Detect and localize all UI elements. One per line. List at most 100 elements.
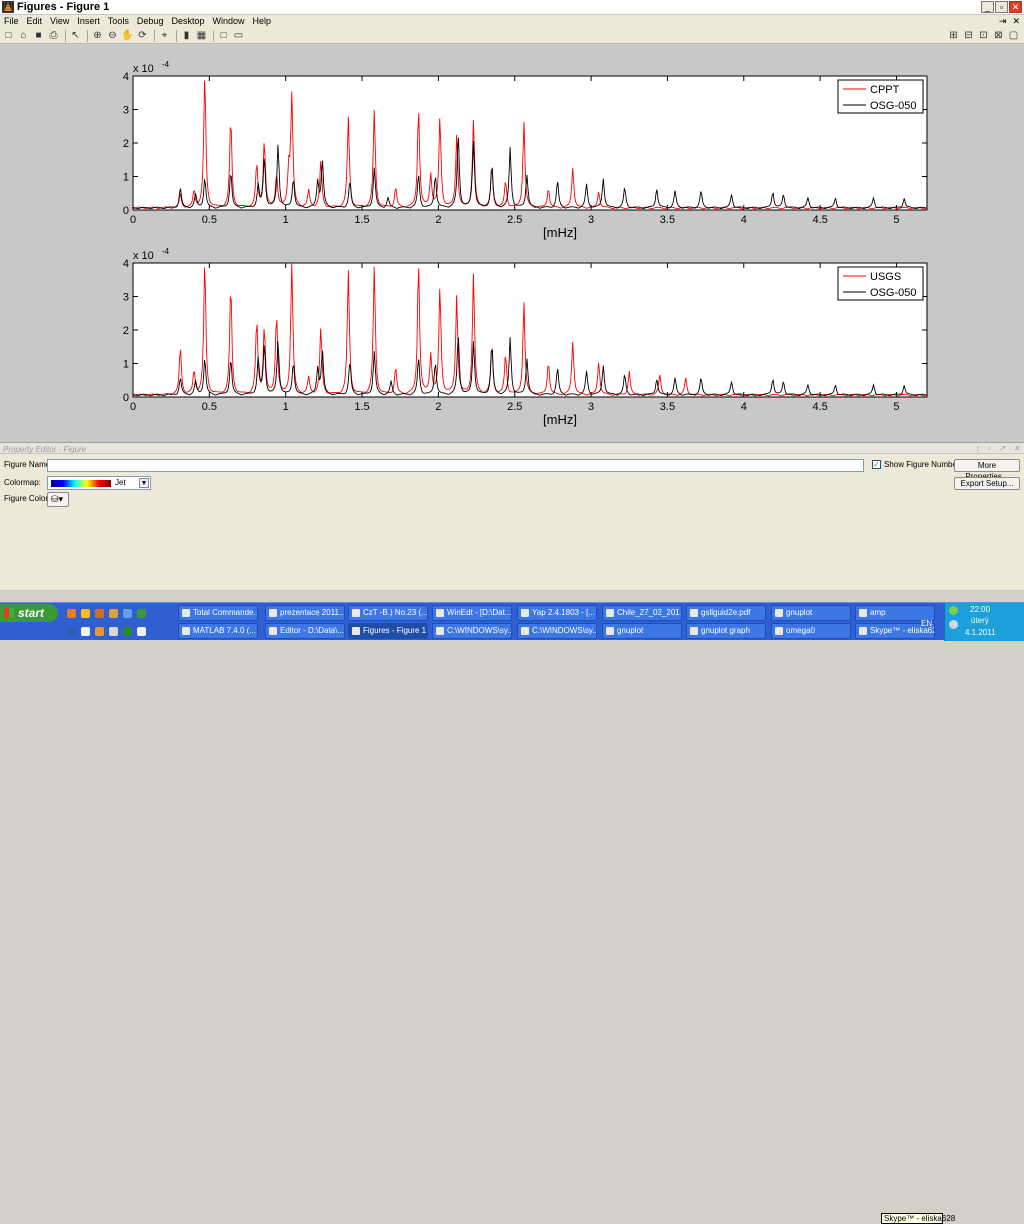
select-arrow-icon[interactable]: ↖ [69,29,82,42]
chart-panel-2: 0 0.5 1 1.5 2 2.5 3 3.5 4 4.5 5 0 1 2 3 4 x 10 -4 [mHz] USG… [123,247,928,427]
quick-launch-icon[interactable] [67,627,76,636]
quick-launch-icon[interactable] [123,609,132,618]
pe-minimize-icon[interactable]: ▫ [985,443,991,454]
menu-insert[interactable]: Insert [73,15,104,28]
paint-bucket-icon[interactable]: ⛁▾ [47,492,69,507]
quick-launch-icon[interactable] [95,627,104,636]
taskbar-button[interactable]: omega0 [771,623,851,639]
x-tick-label: 2 [435,214,441,226]
start-button[interactable]: start [0,604,58,622]
taskbar-button[interactable]: C:\WINDOWS\sy... [432,623,512,639]
app-icon [182,627,190,635]
matlab-icon [2,1,14,13]
taskbar-button-label: Editor - D:\Data\... [280,626,345,635]
menu-help[interactable]: Help [249,15,276,28]
legend-icon[interactable]: ▦ [195,29,208,42]
taskbar-button[interactable]: MATLAB 7.4.0 (... [178,623,258,639]
taskbar-button[interactable]: Chile_27_02_201... [602,605,682,621]
taskbar-button[interactable]: WinEdt - [D:\Dat... [432,605,512,621]
taskbar-button[interactable]: Figures - Figure 1 [348,623,428,639]
split-grid-icon[interactable]: ⊠ [992,29,1005,42]
menu-file[interactable]: File [0,15,23,28]
taskbar-button[interactable]: gnuplot graph [686,623,766,639]
rotate-icon[interactable]: ⟳ [136,29,149,42]
more-properties-button[interactable]: More Properties... [954,459,1020,481]
window-title-bar[interactable]: Figures - Figure 1 _ ▫ ✕ [0,0,1024,15]
y-tick-label: 3 [123,105,129,117]
menu-window[interactable]: Window [208,15,248,28]
pe-resize-icon[interactable]: ↕ [973,443,980,454]
taskbar-button[interactable]: Yap 2.4.1803 - [... [517,605,597,621]
pe-undock-icon[interactable]: ↗ [996,443,1006,454]
legend-entry: CPPT [870,84,900,96]
figure-area[interactable]: 0 0.5 1 1.5 2 2.5 3 3.5 4 4.5 5 0 1 2 3 4 x 10 -4 [mHz] CPP… [0,45,1024,442]
figure-name-input[interactable] [47,459,864,472]
taskbar-button[interactable]: gsllguid2e.pdf [686,605,766,621]
print-icon[interactable]: ⎙ [47,29,60,42]
property-editor-header: Property Editor - Figure ↕ ▫ ↗ ✕ [0,443,1024,454]
quick-launch-icon[interactable] [67,609,76,618]
show-tools-icon[interactable]: ▭ [232,29,245,42]
quick-launch-icon[interactable] [137,609,146,618]
split-h-icon[interactable]: ⊟ [962,29,975,42]
tile-icon[interactable]: ⊞ [947,29,960,42]
network-tray-icon[interactable] [949,620,958,629]
zoom-in-icon[interactable]: ⊕ [91,29,104,42]
show-figure-number-checkbox[interactable]: ✓ [872,460,881,469]
x-tick-label: 2.5 [507,401,522,413]
quick-launch-icon[interactable] [137,627,146,636]
save-icon[interactable]: ■ [32,29,45,42]
x-tick-label: 2 [435,401,441,413]
language-indicator[interactable]: EN [921,619,932,628]
app-icon [690,609,698,617]
quick-launch-icon[interactable] [123,627,132,636]
y-tick-label: 1 [123,359,129,371]
close-figure-icon[interactable]: ✕ [1012,15,1020,28]
export-setup-button[interactable]: Export Setup... [954,477,1020,490]
toolbar-separator [176,29,177,42]
menu-debug[interactable]: Debug [133,15,168,28]
x-tick-label: 5 [893,401,899,413]
figure-canvas[interactable]: 0 0.5 1 1.5 2 2.5 3 3.5 4 4.5 5 0 1 2 3 4 x 10 -4 [mHz] CPP… [0,45,1024,442]
new-file-icon[interactable]: □ [2,29,15,42]
pe-close-icon[interactable]: ✕ [1010,443,1020,454]
quick-launch-icon[interactable] [81,609,90,618]
clock-time[interactable]: 22:00 [970,605,990,614]
hide-tools-icon[interactable]: □ [217,29,230,42]
maximize-button[interactable]: ▫ [995,1,1008,13]
minimize-button[interactable]: _ [981,1,994,13]
menu-desktop[interactable]: Desktop [167,15,208,28]
menu-tools[interactable]: Tools [104,15,133,28]
y-tick-label: 3 [123,292,129,304]
quick-launch-icon[interactable] [81,627,90,636]
toolbar-separator [65,29,66,42]
x-tick-label: 4 [741,401,747,413]
taskbar-button[interactable]: gnuplot [771,605,851,621]
colorbar-icon[interactable]: ▮ [180,29,193,42]
dock-icon[interactable]: ▢ [1007,29,1020,42]
quick-launch-icon[interactable] [109,627,118,636]
skype-tray-icon[interactable] [949,606,958,615]
taskbar-button[interactable]: Total Commande... [178,605,258,621]
chevron-down-icon[interactable]: ▼ [139,478,149,488]
taskbar-button[interactable]: Editor - D:\Data\... [265,623,345,639]
taskbar-button[interactable]: gnuplot [602,623,682,639]
pan-hand-icon[interactable]: ✋ [121,29,134,42]
plot-area [132,262,928,398]
x-tick-label: 0 [130,214,136,226]
app-icon [606,627,614,635]
taskbar-button[interactable]: C:\WINDOWS\sy... [517,623,597,639]
split-v-icon[interactable]: ⊡ [977,29,990,42]
taskbar-button[interactable]: prezentace 2011... [265,605,345,621]
quick-launch-icon[interactable] [95,609,104,618]
colormap-select[interactable]: Jet ▼ [47,476,151,490]
open-file-icon[interactable]: ⌂ [17,29,30,42]
data-cursor-icon[interactable]: ⌖ [158,29,171,42]
quick-launch-icon[interactable] [109,609,118,618]
menu-view[interactable]: View [46,15,73,28]
taskbar-button[interactable]: CzT -B.) No.23 (... [348,605,428,621]
zoom-out-icon[interactable]: ⊖ [106,29,119,42]
undock-icon[interactable]: ⇥ [999,15,1007,28]
close-button[interactable]: ✕ [1009,1,1022,13]
menu-edit[interactable]: Edit [23,15,47,28]
